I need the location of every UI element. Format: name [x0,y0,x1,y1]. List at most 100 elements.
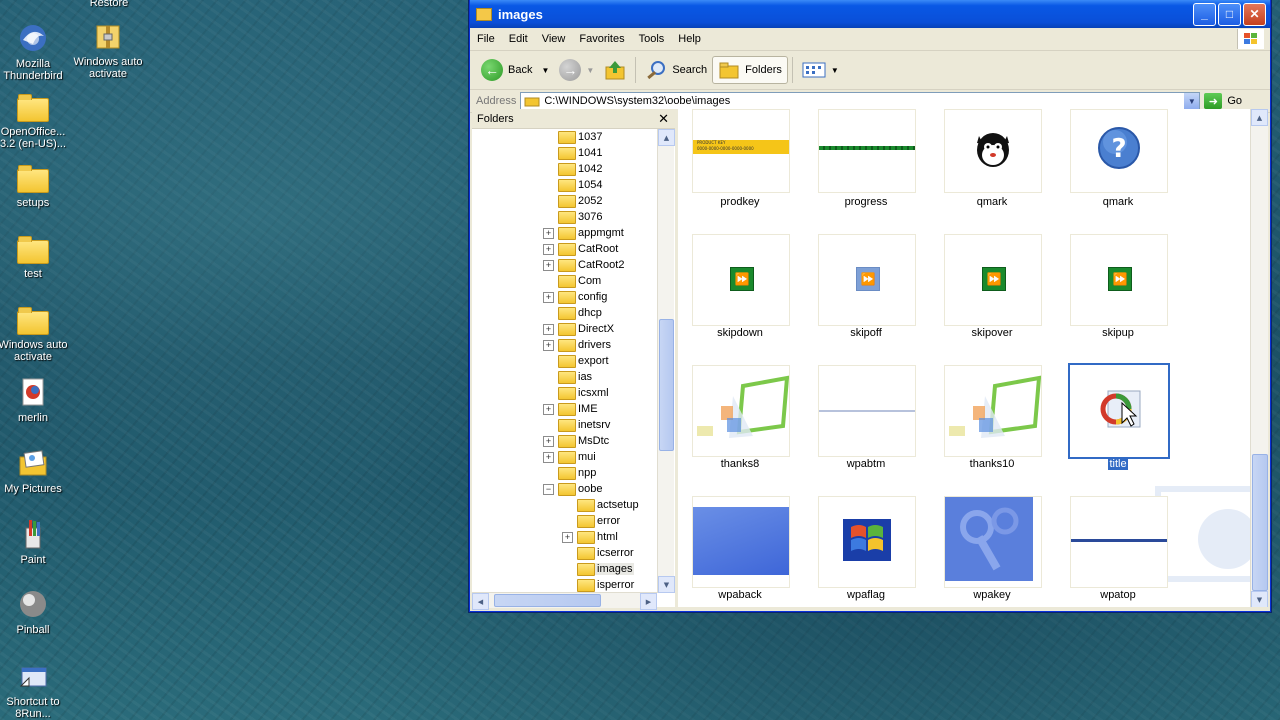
tree-item-dhcp[interactable]: dhcp [472,305,657,321]
file-thumbnail-prodkey[interactable]: PRODUCT KEY 0000-0000-0000-0000-0000 [692,109,790,193]
expand-icon[interactable]: + [543,451,554,463]
scroll-right-arrow-icon[interactable]: ▶ [640,593,657,610]
tree-item-inetsrv[interactable]: inetsrv [472,417,657,433]
file-thumbnail-thanks8[interactable] [692,365,790,457]
expand-icon[interactable]: + [543,259,554,271]
expand-icon[interactable]: + [543,291,554,303]
file-thumbnail-qmark[interactable]: ? [1070,109,1168,193]
scrollbar-thumb[interactable] [494,594,601,607]
menu-view[interactable]: View [535,33,573,45]
scroll-down-arrow-icon[interactable]: ▼ [1251,591,1268,607]
file-name-label[interactable]: skipover [932,327,1052,339]
desktop-icon-windows-auto-activate[interactable]: Windows auto activate [0,305,70,363]
file-name-label[interactable]: wpabtm [806,458,926,470]
file-name-label[interactable]: skipdown [680,327,800,339]
file-thumbnail-wpaflag[interactable] [818,496,916,588]
expand-icon[interactable]: + [543,243,554,255]
title-bar[interactable]: images _ □ ✕ [470,0,1270,28]
desktop-icon-openoffice[interactable]: OpenOffice... 3.2 (en-US)... [0,92,70,150]
minimize-button[interactable]: _ [1193,2,1216,26]
tree-item-oobe[interactable]: − oobe [472,481,657,497]
file-thumbnail-wpatop[interactable] [1070,496,1168,588]
desktop-icon-shortcut-run[interactable]: Shortcut to 8Run... [0,660,70,720]
file-thumbnail-skipup[interactable]: ⏩ [1070,234,1168,326]
file-thumbnail-wpabtm[interactable] [818,365,916,457]
file-name-label[interactable]: title [1058,458,1178,470]
desktop-icon-paint[interactable]: Paint [0,518,70,566]
tree-item-icserror[interactable]: icserror [472,545,657,561]
file-name-label[interactable]: progress [806,196,926,208]
file-name-label[interactable]: qmark [1058,196,1178,208]
desktop-icon-merlin[interactable]: merlin [0,376,70,424]
tree-item-1041[interactable]: 1041 [472,145,657,161]
address-dropdown-icon[interactable]: ▼ [1184,93,1200,109]
file-thumbnail-wpakey[interactable] [944,496,1042,588]
close-pane-icon[interactable]: ✕ [658,111,669,127]
file-name-label[interactable]: thanks8 [680,458,800,470]
back-dropdown-icon[interactable]: ▼ [541,66,549,75]
menu-file[interactable]: File [470,33,502,45]
address-input[interactable]: C:\WINDOWS\system32\oobe\images ▼ [520,92,1201,110]
tree-item-catroot2[interactable]: + CatRoot2 [472,257,657,273]
file-name-label[interactable]: skipoff [806,327,926,339]
tree-item-ime[interactable]: + IME [472,401,657,417]
menu-tools[interactable]: Tools [632,33,672,45]
desktop-icon-setups[interactable]: setups [0,163,70,209]
tree-item-ias[interactable]: ias [472,369,657,385]
scroll-up-arrow-icon[interactable]: ▲ [1251,109,1268,126]
scroll-left-arrow-icon[interactable]: ◀ [472,593,489,610]
tree-item-npp[interactable]: npp [472,465,657,481]
tree-item-1054[interactable]: 1054 [472,177,657,193]
content-vertical-scrollbar[interactable]: ▲ ▼ [1250,109,1268,607]
desktop-icon-test[interactable]: test [0,234,70,280]
tree-item-2052[interactable]: 2052 [472,193,657,209]
file-thumbnail-progress[interactable] [818,109,916,193]
tree-item-msdtc[interactable]: + MsDtc [472,433,657,449]
desktop-icon-my-pictures[interactable]: My Pictures [0,447,70,495]
tree-item-com[interactable]: Com [472,273,657,289]
file-thumbnail-qmark[interactable] [944,109,1042,193]
desktop-icon-thunderbird[interactable]: Mozilla Thunderbird [0,22,70,82]
file-name-label[interactable]: qmark [932,196,1052,208]
tree-item-actsetup[interactable]: actsetup [472,497,657,513]
file-name-label[interactable]: skipup [1058,327,1178,339]
back-button[interactable]: ← Back ▼ [476,56,554,84]
scrollbar-thumb[interactable] [659,319,674,451]
file-thumbnail-skipover[interactable]: ⏩ [944,234,1042,326]
tree-item-1037[interactable]: 1037 [472,129,657,145]
tree-item-export[interactable]: export [472,353,657,369]
desktop-icon-windows-auto-activate-top[interactable]: Windows auto activate [71,20,145,80]
scroll-up-arrow-icon[interactable]: ▲ [658,129,675,146]
scrollbar-thumb[interactable] [1252,454,1268,591]
tree-item-directx[interactable]: + DirectX [472,321,657,337]
tree-item-drivers[interactable]: + drivers [472,337,657,353]
tree-item-html[interactable]: + html [472,529,657,545]
expand-icon[interactable]: + [543,227,554,239]
tree-horizontal-scrollbar[interactable]: ◀ ▶ [472,592,657,610]
tree-item-config[interactable]: + config [472,289,657,305]
file-thumbnail-skipdown[interactable]: ⏩ [692,234,790,326]
file-name-label[interactable]: wpaflag [806,589,926,601]
tree-item-3076[interactable]: 3076 [472,209,657,225]
file-name-label[interactable]: wpaback [680,589,800,601]
file-name-label[interactable]: wpakey [932,589,1052,601]
menu-edit[interactable]: Edit [502,33,535,45]
folders-button[interactable]: Folders [712,56,788,84]
menu-help[interactable]: Help [671,33,708,45]
file-name-label[interactable]: thanks10 [932,458,1052,470]
tree-vertical-scrollbar[interactable]: ▲ ▼ [657,129,675,593]
tree-item-isperror[interactable]: isperror [472,577,657,593]
tree-item-error[interactable]: error [472,513,657,529]
tree-item-catroot[interactable]: + CatRoot [472,241,657,257]
go-button[interactable]: ➜ Go [1204,93,1242,109]
search-button[interactable]: Search [640,56,712,84]
expand-icon[interactable]: + [543,435,554,447]
tree-item-images[interactable]: images [472,561,657,577]
forward-dropdown-icon[interactable]: ▼ [586,66,594,75]
tree-item-icsxml[interactable]: icsxml [472,385,657,401]
collapse-icon[interactable]: − [543,483,554,495]
up-folder-button[interactable] [599,56,631,84]
expand-icon[interactable]: + [543,339,554,351]
views-button[interactable]: ▼ [797,58,844,82]
maximize-button[interactable]: □ [1218,2,1241,26]
